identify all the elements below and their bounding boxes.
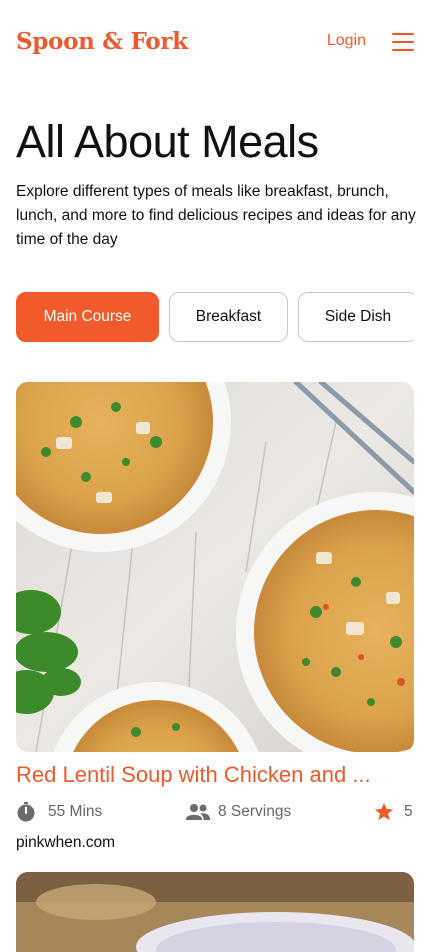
chip-side-dish[interactable]: Side Dish xyxy=(298,292,414,342)
recipe-image[interactable] xyxy=(16,382,414,752)
recipe-source: pinkwhen.com xyxy=(16,834,116,851)
chip-main-course[interactable]: Main Course xyxy=(16,292,159,342)
stopwatch-icon xyxy=(17,802,35,822)
recipe-servings-text: 8 Servings xyxy=(218,803,292,820)
category-chips: Main Course Breakfast Side Dish xyxy=(16,292,414,344)
recipe-image-next[interactable] xyxy=(16,872,414,952)
recipe-servings: 8 Servings xyxy=(186,800,336,824)
star-icon xyxy=(375,803,393,820)
recipe-title[interactable]: Red Lentil Soup with Chicken and ... xyxy=(16,762,414,788)
chip-breakfast[interactable]: Breakfast xyxy=(169,292,288,342)
header: Spoon & Fork Login xyxy=(16,28,414,58)
recipe-meta: 55 Mins 8 Servings 5 xyxy=(16,800,414,824)
logo[interactable]: Spoon & Fork xyxy=(16,28,188,55)
recipe-time-text: 55 Mins xyxy=(48,803,103,820)
recipe-rating-text: 5 xyxy=(404,803,413,820)
recipe-time: 55 Mins xyxy=(16,800,156,824)
hamburger-menu-icon[interactable] xyxy=(392,33,414,51)
page-title: All About Meals xyxy=(16,116,319,167)
people-icon xyxy=(186,804,210,820)
page-subtitle: Explore different types of meals like br… xyxy=(16,183,416,248)
recipe-rating: 5 xyxy=(374,800,414,824)
login-link[interactable]: Login xyxy=(327,32,366,50)
